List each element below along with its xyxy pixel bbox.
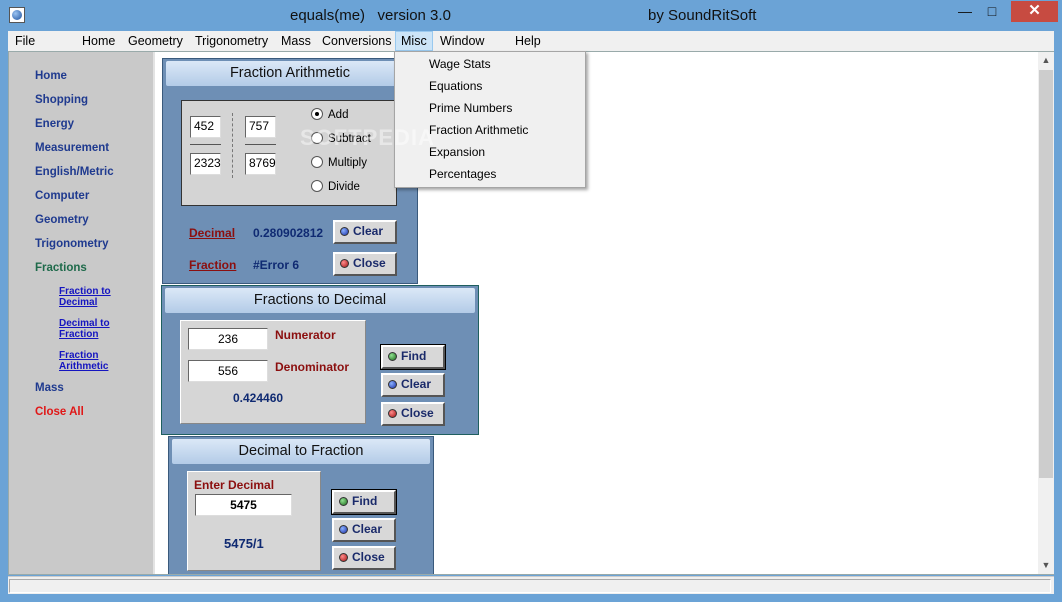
menu-item-expansion[interactable]: Expansion	[429, 145, 485, 159]
red-dot-icon	[340, 259, 349, 268]
green-dot-icon	[339, 497, 348, 506]
enter-decimal-label: Enter Decimal	[194, 478, 275, 492]
fraction-result: 5475/1	[224, 536, 264, 551]
menu-mass[interactable]: Mass	[276, 31, 316, 51]
status-bar	[8, 576, 1054, 594]
menu-home[interactable]: Home	[77, 31, 120, 51]
op-add-label: Add	[328, 109, 349, 121]
blue-dot-icon	[339, 525, 348, 534]
menu-misc[interactable]: Misc	[395, 31, 433, 51]
minimize-button[interactable]: —	[951, 1, 979, 22]
window-author: by SoundRitSoft	[648, 7, 757, 24]
close-window-button[interactable]: ✕	[1011, 1, 1058, 22]
decimal-to-fraction-title: Decimal to Fraction	[172, 439, 430, 464]
sidebar-item-mass[interactable]: Mass	[35, 382, 64, 394]
fraction-arithmetic-title: Fraction Arithmetic	[166, 61, 414, 86]
maximize-button[interactable]: □	[978, 1, 1006, 22]
radio-icon	[311, 180, 323, 192]
vertical-scrollbar[interactable]: ▲ ▼	[1038, 52, 1054, 574]
decimal-to-fraction-window: Decimal to Fraction Enter Decimal 5475 5…	[168, 436, 434, 574]
op-divide-radio[interactable]: Divide	[311, 180, 360, 193]
title-bar: equals(me) version 3.0 by SoundRitSoft —…	[0, 0, 1062, 31]
clear-button[interactable]: Clear	[381, 373, 445, 397]
clear-button[interactable]: Clear	[332, 518, 396, 542]
sidebar-subitem-fraction-arithmetic[interactable]: Fraction Arithmetic	[59, 350, 129, 372]
menu-item-wage-stats[interactable]: Wage Stats	[429, 57, 491, 71]
blue-dot-icon	[388, 380, 397, 389]
menu-conversions[interactable]: Conversions	[317, 31, 396, 51]
scroll-up-icon[interactable]: ▲	[1038, 52, 1054, 69]
find-button[interactable]: Find	[380, 344, 446, 370]
status-panel	[9, 579, 1051, 593]
menu-item-equations[interactable]: Equations	[429, 79, 482, 93]
denominator-1-input[interactable]: 2323	[190, 153, 221, 175]
close-button[interactable]: Close	[333, 252, 397, 276]
sidebar-subitem-decimal-to-fraction[interactable]: Decimal to Fraction	[59, 318, 129, 340]
denominator-input[interactable]: 556	[188, 360, 268, 382]
fraction-input-panel: 452 2323 757 8769 Add Subtract Multiply …	[181, 100, 397, 206]
decimal-to-fraction-panel: Enter Decimal 5475 5475/1	[187, 471, 321, 571]
red-dot-icon	[388, 409, 397, 418]
sidebar-item-energy[interactable]: Energy	[35, 118, 74, 130]
decimal-result: 0.280902812	[253, 226, 324, 240]
menu-item-fraction-arithmetic[interactable]: Fraction Arithmetic	[429, 123, 528, 137]
numerator-label: Numerator	[275, 328, 336, 342]
scroll-thumb[interactable]	[1039, 70, 1053, 478]
menu-geometry[interactable]: Geometry	[123, 31, 188, 51]
numerator-2-input[interactable]: 757	[245, 116, 276, 138]
radio-selected-icon	[311, 108, 323, 120]
op-add-radio[interactable]: Add	[311, 108, 348, 121]
sidebar-item-measurement[interactable]: Measurement	[35, 142, 109, 154]
fraction-bar-2	[245, 144, 276, 145]
red-dot-icon	[339, 553, 348, 562]
sidebar-item-fractions[interactable]: Fractions	[35, 262, 87, 274]
close-button[interactable]: Close	[332, 546, 396, 570]
op-divide-label: Divide	[328, 181, 360, 193]
op-multiply-label: Multiply	[328, 157, 367, 169]
op-multiply-radio[interactable]: Multiply	[311, 156, 367, 169]
fraction-result: #Error 6	[253, 258, 300, 272]
sidebar-item-home[interactable]: Home	[35, 70, 67, 82]
fraction-label: Fraction	[189, 258, 237, 272]
misc-dropdown-menu: Wage Stats Equations Prime Numbers Fract…	[394, 51, 586, 188]
sidebar-item-shopping[interactable]: Shopping	[35, 94, 88, 106]
menu-trigonometry[interactable]: Trigonometry	[190, 31, 273, 51]
fraction-arithmetic-window: Fraction Arithmetic 452 2323 757 8769 Ad…	[162, 58, 418, 284]
operand-divider	[232, 113, 233, 178]
sidebar-item-geometry[interactable]: Geometry	[35, 214, 89, 226]
watermark: SOFTPEDIA	[300, 125, 435, 150]
numerator-1-input[interactable]: 452	[190, 116, 221, 138]
decimal-result: 0.424460	[233, 391, 284, 405]
menu-bar: File Home Geometry Trigonometry Mass Con…	[8, 31, 1054, 51]
decimal-input[interactable]: 5475	[195, 494, 292, 516]
denominator-2-input[interactable]: 8769	[245, 153, 276, 175]
sidebar-item-computer[interactable]: Computer	[35, 190, 89, 202]
clear-button[interactable]: Clear	[333, 220, 397, 244]
scroll-down-icon[interactable]: ▼	[1038, 557, 1054, 574]
find-button[interactable]: Find	[331, 489, 397, 515]
blue-dot-icon	[340, 227, 349, 236]
decimal-label: Decimal	[189, 226, 236, 240]
sidebar-item-trigonometry[interactable]: Trigonometry	[35, 238, 108, 250]
sidebar-item-english-metric[interactable]: English/Metric	[35, 166, 114, 178]
close-button[interactable]: Close	[381, 402, 445, 426]
menu-file[interactable]: File	[10, 31, 40, 51]
menu-item-prime-numbers[interactable]: Prime Numbers	[429, 101, 512, 115]
denominator-label: Denominator	[275, 360, 350, 374]
menu-help[interactable]: Help	[510, 31, 546, 51]
green-dot-icon	[388, 352, 397, 361]
fractions-to-decimal-title: Fractions to Decimal	[165, 288, 475, 313]
sidebar-item-close-all[interactable]: Close All	[35, 406, 84, 418]
app-icon[interactable]	[9, 7, 25, 23]
mdi-workspace: Fraction Arithmetic 452 2323 757 8769 Ad…	[157, 52, 1037, 574]
fractions-to-decimal-window: Fractions to Decimal 236 556 0.424460 Nu…	[161, 285, 479, 435]
fraction-bar-1	[190, 144, 221, 145]
menu-item-percentages[interactable]: Percentages	[429, 167, 496, 181]
sidebar-subitem-fraction-to-decimal[interactable]: Fraction to Decimal	[59, 286, 129, 308]
radio-icon	[311, 156, 323, 168]
numerator-input[interactable]: 236	[188, 328, 268, 350]
window-title: equals(me) version 3.0	[290, 7, 451, 24]
menu-window[interactable]: Window	[435, 31, 489, 51]
sidebar: Home Shopping Energy Measurement English…	[9, 52, 155, 574]
